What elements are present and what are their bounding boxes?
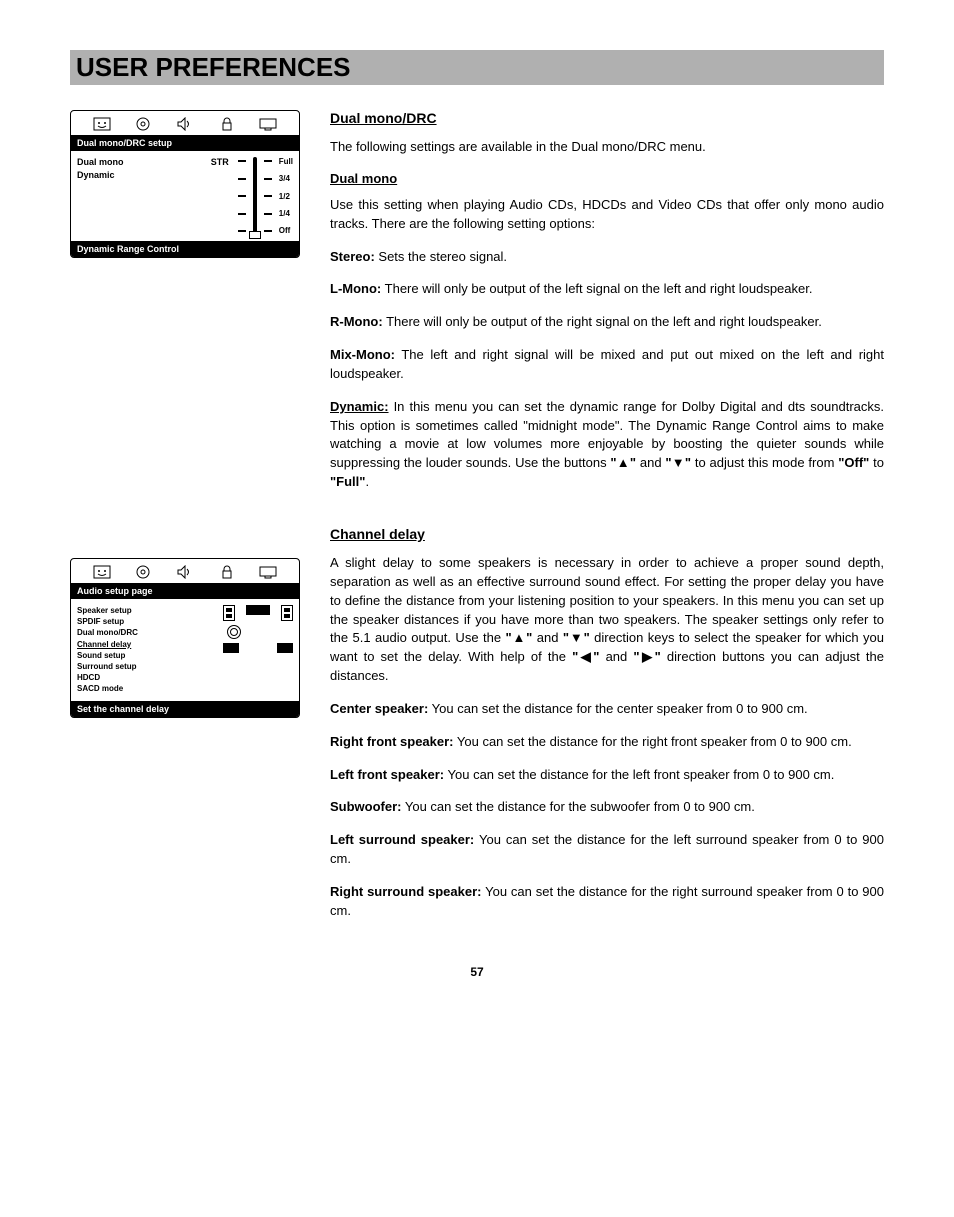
menu1-dualmono: Dual mono [77, 157, 124, 167]
sec2-subwoofer: Subwoofer: You can set the distance for … [330, 798, 884, 817]
disc-icon [134, 565, 152, 579]
speaker-icon [176, 117, 194, 131]
menu2-header: Audio setup page [71, 583, 299, 599]
slider-ticks-right [263, 157, 273, 235]
right-column: Dual mono/DRC The following settings are… [330, 110, 884, 935]
audio-item-0: Speaker setup [77, 605, 213, 616]
menu1-str: STR [211, 157, 229, 167]
audio-item-2: Dual mono/DRC [77, 627, 213, 638]
sec2-rightsurround: Right surround speaker: You can set the … [330, 883, 884, 921]
lock-icon [218, 565, 236, 579]
menu1-header: Dual mono/DRC setup [71, 135, 299, 151]
face-icon [93, 117, 111, 131]
spk-fl-icon [223, 605, 235, 621]
spk-center-icon [246, 605, 270, 615]
sec1-stereo: Stereo: Sets the stereo signal. [330, 248, 884, 267]
slider-val-off: Off [279, 226, 293, 235]
sec1-p1: Use this setting when playing Audio CDs,… [330, 196, 884, 234]
sec1-heading: Dual mono/DRC [330, 110, 884, 126]
sec1-intro: The following settings are available in … [330, 138, 884, 157]
audio-item-5: Surround setup [77, 661, 213, 672]
menu2-body: Speaker setup SPDIF setup Dual mono/DRC … [71, 599, 299, 701]
spk-sub-icon [227, 625, 241, 639]
slider-knob [249, 231, 261, 239]
left-column: Dual mono/DRC setup Dual mono STR Dynami… [70, 110, 300, 935]
sec2-leftsurround: Left surround speaker: You can set the d… [330, 831, 884, 869]
menu-drc: Dual mono/DRC setup Dual mono STR Dynami… [70, 110, 300, 258]
page-title-bar: USER PREFERENCES [70, 50, 884, 85]
sec2-leftfront: Left front speaker: You can set the dist… [330, 766, 884, 785]
spk-rr-icon [277, 643, 293, 653]
menu1-labels: Dual mono STR Dynamic [77, 157, 229, 235]
menu-icon-row [71, 111, 299, 135]
speaker-diagram [223, 605, 293, 695]
drc-slider: Full 3/4 1/2 1/4 Off [237, 157, 293, 235]
slider-val-full: Full [279, 157, 293, 166]
sec1-subhead: Dual mono [330, 171, 884, 186]
slider-values: Full 3/4 1/2 1/4 Off [279, 157, 293, 235]
menu-audio: Audio setup page Speaker setup SPDIF set… [70, 558, 300, 718]
audio-list: Speaker setup SPDIF setup Dual mono/DRC … [77, 605, 213, 695]
slider-val-14: 1/4 [279, 209, 293, 218]
sec2-heading: Channel delay [330, 526, 884, 542]
sec1-rmono: R-Mono: There will only be output of the… [330, 313, 884, 332]
page-title: USER PREFERENCES [76, 52, 878, 83]
slider-val-34: 3/4 [279, 174, 293, 183]
sec2-rightfront: Right front speaker: You can set the dis… [330, 733, 884, 752]
screen-icon [259, 565, 277, 579]
spk-rl-icon [223, 643, 239, 653]
audio-item-4: Sound setup [77, 650, 213, 661]
menu1-dynamic: Dynamic [77, 170, 229, 180]
speaker-icon [176, 565, 194, 579]
lock-icon [218, 117, 236, 131]
content-columns: Dual mono/DRC setup Dual mono STR Dynami… [70, 110, 884, 935]
slider-ticks-left [237, 157, 247, 235]
menu1-body: Dual mono STR Dynamic Full 3/4 [71, 151, 299, 241]
slider-track [253, 157, 257, 235]
screen-icon [259, 117, 277, 131]
sec1-dynamic: Dynamic: In this menu you can set the dy… [330, 398, 884, 492]
audio-item-7: SACD mode [77, 683, 213, 694]
face-icon [93, 565, 111, 579]
sec2-center: Center speaker: You can set the distance… [330, 700, 884, 719]
audio-item-1: SPDIF setup [77, 616, 213, 627]
sec2-p1: A slight delay to some speakers is neces… [330, 554, 884, 686]
menu2-footer: Set the channel delay [71, 701, 299, 717]
menu2-icon-row [71, 559, 299, 583]
audio-item-3: Channel delay [77, 639, 213, 650]
menu1-footer: Dynamic Range Control [71, 241, 299, 257]
audio-item-6: HDCD [77, 672, 213, 683]
slider-val-12: 1/2 [279, 192, 293, 201]
sec1-mixmono: Mix-Mono: The left and right signal will… [330, 346, 884, 384]
spk-fr-icon [281, 605, 293, 621]
disc-icon [134, 117, 152, 131]
sec1-lmono: L-Mono: There will only be output of the… [330, 280, 884, 299]
page-number: 57 [70, 965, 884, 979]
